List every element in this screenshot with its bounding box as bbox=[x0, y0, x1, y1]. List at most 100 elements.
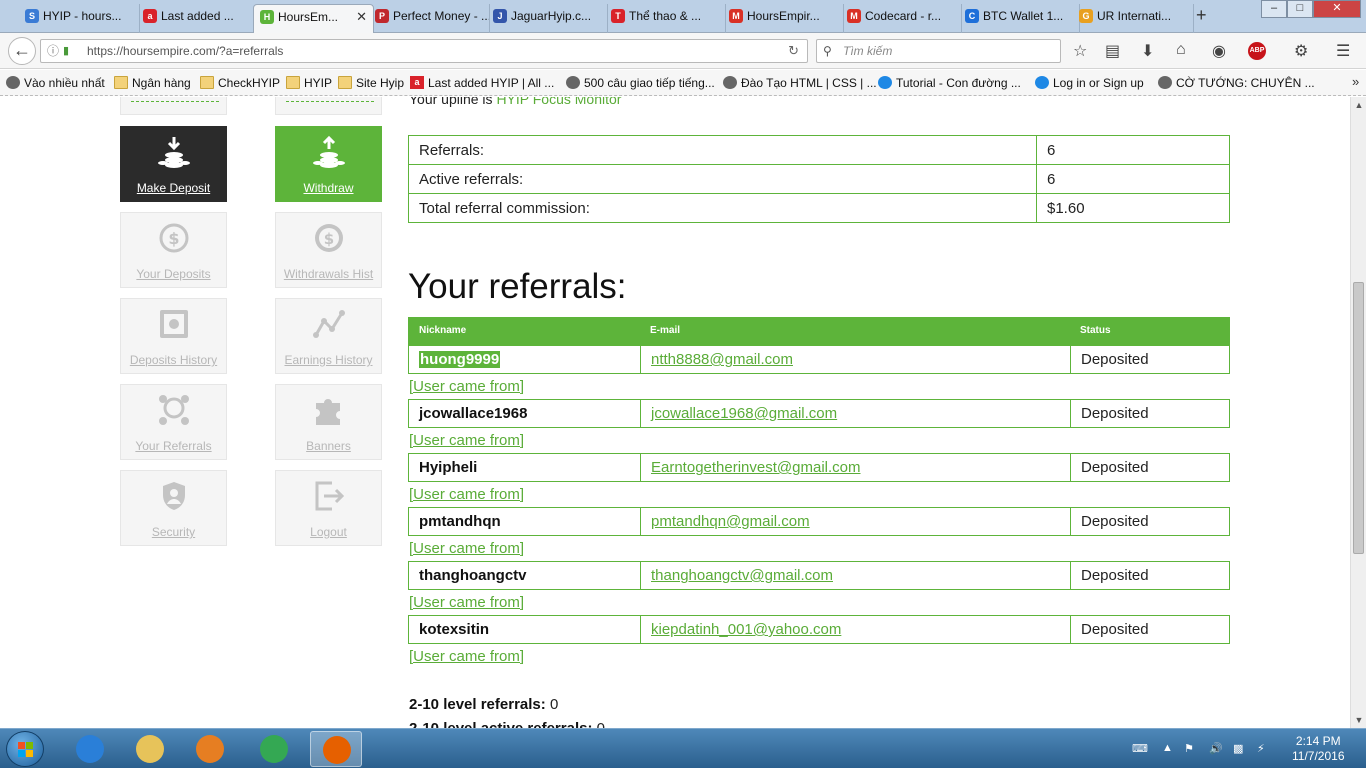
referral-email[interactable]: thanghoangctv@gmail.com bbox=[640, 562, 843, 589]
menu-label[interactable]: Withdrawals Hist bbox=[276, 267, 381, 281]
bookmark-item[interactable]: Vào nhiều nhất bbox=[6, 76, 105, 90]
address-url[interactable]: https://hoursempire.com/?a=referrals bbox=[87, 44, 283, 58]
tab-9[interactable]: G UR Internati... bbox=[1073, 4, 1194, 33]
download-icon[interactable]: ⬇ bbox=[1141, 41, 1154, 61]
site-info-icon[interactable]: ⓘ bbox=[47, 40, 59, 62]
user-came-from-link[interactable]: [User came from] bbox=[409, 432, 524, 449]
referral-email[interactable]: ntth8888@gmail.com bbox=[640, 346, 803, 373]
close-window-button[interactable]: ✕ bbox=[1313, 0, 1361, 18]
page-scrollbar[interactable]: ▲ ▼ bbox=[1350, 97, 1366, 728]
network-icon[interactable]: ▩ bbox=[1233, 742, 1243, 755]
menu-hamburger-icon[interactable]: ☰ bbox=[1336, 41, 1350, 61]
reading-list-icon[interactable]: ▤ bbox=[1105, 41, 1120, 61]
tab-5[interactable]: T Thể thao & ... bbox=[605, 4, 726, 33]
minimize-button[interactable]: – bbox=[1261, 0, 1287, 18]
taskbar-app[interactable] bbox=[124, 731, 176, 767]
bookmark-item[interactable]: CheckHYIP bbox=[200, 76, 280, 90]
bookmark-item[interactable]: Đào Tạo HTML | CSS | ... bbox=[723, 76, 877, 90]
menu-make-deposit[interactable]: Make Deposit bbox=[120, 126, 227, 202]
tray-expand-icon[interactable]: ▲ bbox=[1162, 742, 1173, 754]
bookmark-star-icon[interactable]: ☆ bbox=[1073, 41, 1087, 61]
bookmark-item[interactable]: Ngân hàng bbox=[114, 76, 191, 90]
scroll-down-icon[interactable]: ▼ bbox=[1351, 712, 1366, 728]
bookmark-label: CheckHYIP bbox=[218, 76, 281, 90]
blue-s-icon bbox=[878, 76, 892, 89]
taskbar-app[interactable] bbox=[64, 731, 116, 767]
tab-6[interactable]: M HoursEmpir... bbox=[723, 4, 844, 33]
power-icon[interactable]: ⚡ bbox=[1257, 742, 1265, 755]
upline-link[interactable]: HYIP Focus Monitor bbox=[496, 97, 621, 107]
referral-email[interactable]: jcowallace1968@gmail.com bbox=[640, 400, 847, 427]
tab-4[interactable]: J JaguarHyip.c... bbox=[487, 4, 608, 33]
bookmark-item[interactable]: Tutorial - Con đường ... bbox=[878, 76, 1021, 90]
bookmark-item[interactable]: Log in or Sign up bbox=[1035, 76, 1144, 90]
bookmark-item[interactable]: a Last added HYIP | All ... bbox=[410, 76, 554, 90]
menu-label[interactable]: Your Referrals bbox=[121, 439, 226, 453]
tab-3[interactable]: P Perfect Money - ... bbox=[369, 4, 490, 33]
adblock-plus-icon[interactable]: ABP bbox=[1248, 42, 1266, 60]
reload-icon[interactable]: ↻ bbox=[788, 40, 799, 62]
start-button[interactable] bbox=[6, 731, 44, 767]
referral-nickname: pmtandhqn bbox=[419, 513, 501, 530]
menu-label[interactable]: Logout bbox=[276, 525, 381, 539]
keyboard-icon[interactable]: ⌨ bbox=[1132, 742, 1148, 755]
bookmark-item[interactable]: CỜ TƯỚNG: CHUYÊN ... bbox=[1158, 76, 1315, 90]
taskbar-app[interactable] bbox=[248, 731, 300, 767]
user-came-from-link[interactable]: [User came from] bbox=[409, 540, 524, 557]
bookmark-item[interactable]: HYIP bbox=[286, 76, 332, 90]
bookmarks-overflow-icon[interactable]: » bbox=[1352, 74, 1359, 89]
back-button[interactable]: ← bbox=[8, 37, 36, 65]
user-came-from-link[interactable]: [User came from] bbox=[409, 648, 524, 665]
new-tab-button[interactable]: + bbox=[1196, 5, 1207, 26]
volume-icon[interactable]: 🔊 bbox=[1209, 742, 1223, 755]
menu-logout[interactable]: Logout bbox=[275, 470, 382, 546]
menu-your-deposits[interactable]: $ Your Deposits bbox=[120, 212, 227, 288]
menu-your-referrals[interactable]: Your Referrals bbox=[120, 384, 227, 460]
tab-2[interactable]: H HoursEm... ✕ bbox=[253, 4, 374, 33]
address-bar[interactable]: ⓘ ▮ https://hoursempire.com/?a=referrals… bbox=[40, 39, 808, 63]
menu-withdraw[interactable]: Withdraw bbox=[275, 126, 382, 202]
taskbar-app[interactable] bbox=[184, 731, 236, 767]
menu-earnings-history[interactable]: Earnings History bbox=[275, 298, 382, 374]
tab-8[interactable]: C BTC Wallet 1... bbox=[959, 4, 1080, 33]
tab-7[interactable]: M Codecard - r... bbox=[841, 4, 962, 33]
tab-0[interactable]: S HYIP - hours... bbox=[19, 4, 140, 33]
referral-email[interactable]: Earntogetherinvest@gmail.com bbox=[640, 454, 871, 481]
pocket-icon[interactable]: ◉ bbox=[1212, 41, 1226, 61]
system-clock[interactable]: 2:14 PM 11/7/2016 bbox=[1292, 734, 1345, 764]
close-tab-icon[interactable]: ✕ bbox=[356, 5, 367, 29]
user-came-from-link[interactable]: [User came from] bbox=[409, 378, 524, 395]
referral-email[interactable]: pmtandhqn@gmail.com bbox=[640, 508, 820, 535]
menu-label[interactable]: Security bbox=[121, 525, 226, 539]
bookmark-label: Tutorial - Con đường ... bbox=[896, 76, 1021, 90]
menu-label[interactable]: Your Deposits bbox=[121, 267, 226, 281]
scroll-up-icon[interactable]: ▲ bbox=[1351, 97, 1366, 113]
bookmark-item[interactable]: 500 câu giao tiếp tiếng... bbox=[566, 76, 715, 90]
user-came-from-link[interactable]: [User came from] bbox=[409, 486, 524, 503]
user-came-from-link[interactable]: [User came from] bbox=[409, 594, 524, 611]
scrollbar-thumb[interactable] bbox=[1353, 282, 1364, 554]
stats-row: Referrals: 6 bbox=[408, 135, 1230, 165]
bookmark-item[interactable]: Site Hyip bbox=[338, 76, 404, 90]
menu-label[interactable]: Deposits History bbox=[121, 353, 226, 367]
taskbar-app[interactable] bbox=[310, 731, 362, 767]
menu-label[interactable]: Make Deposit bbox=[121, 181, 226, 195]
menu-label[interactable]: Earnings History bbox=[276, 353, 381, 367]
action-center-icon[interactable]: ⚑ bbox=[1184, 742, 1194, 755]
menu-withdrawals-hist[interactable]: $ Withdrawals Hist bbox=[275, 212, 382, 288]
maximize-button[interactable]: □ bbox=[1287, 0, 1313, 18]
dollar-coin-icon: $ bbox=[312, 221, 346, 255]
menu-security[interactable]: Security bbox=[120, 470, 227, 546]
folder-icon bbox=[338, 76, 352, 89]
referral-email[interactable]: kiepdatinh_001@yahoo.com bbox=[640, 616, 851, 643]
tab-1[interactable]: a Last added ... bbox=[137, 4, 258, 33]
extension-icon[interactable]: ⚙ bbox=[1294, 41, 1308, 61]
menu-banners[interactable]: Banners bbox=[275, 384, 382, 460]
menu-label[interactable]: Banners bbox=[276, 439, 381, 453]
search-bar[interactable]: ⚲ Tìm kiếm bbox=[816, 39, 1061, 63]
menu-label[interactable]: Withdraw bbox=[276, 181, 381, 195]
logout-icon bbox=[312, 479, 346, 513]
home-icon[interactable]: ⌂ bbox=[1176, 41, 1186, 59]
referral-stats-table: Referrals: 6 Active referrals: 6 Total refer… bbox=[408, 135, 1230, 223]
menu-deposits-history[interactable]: Deposits History bbox=[120, 298, 227, 374]
